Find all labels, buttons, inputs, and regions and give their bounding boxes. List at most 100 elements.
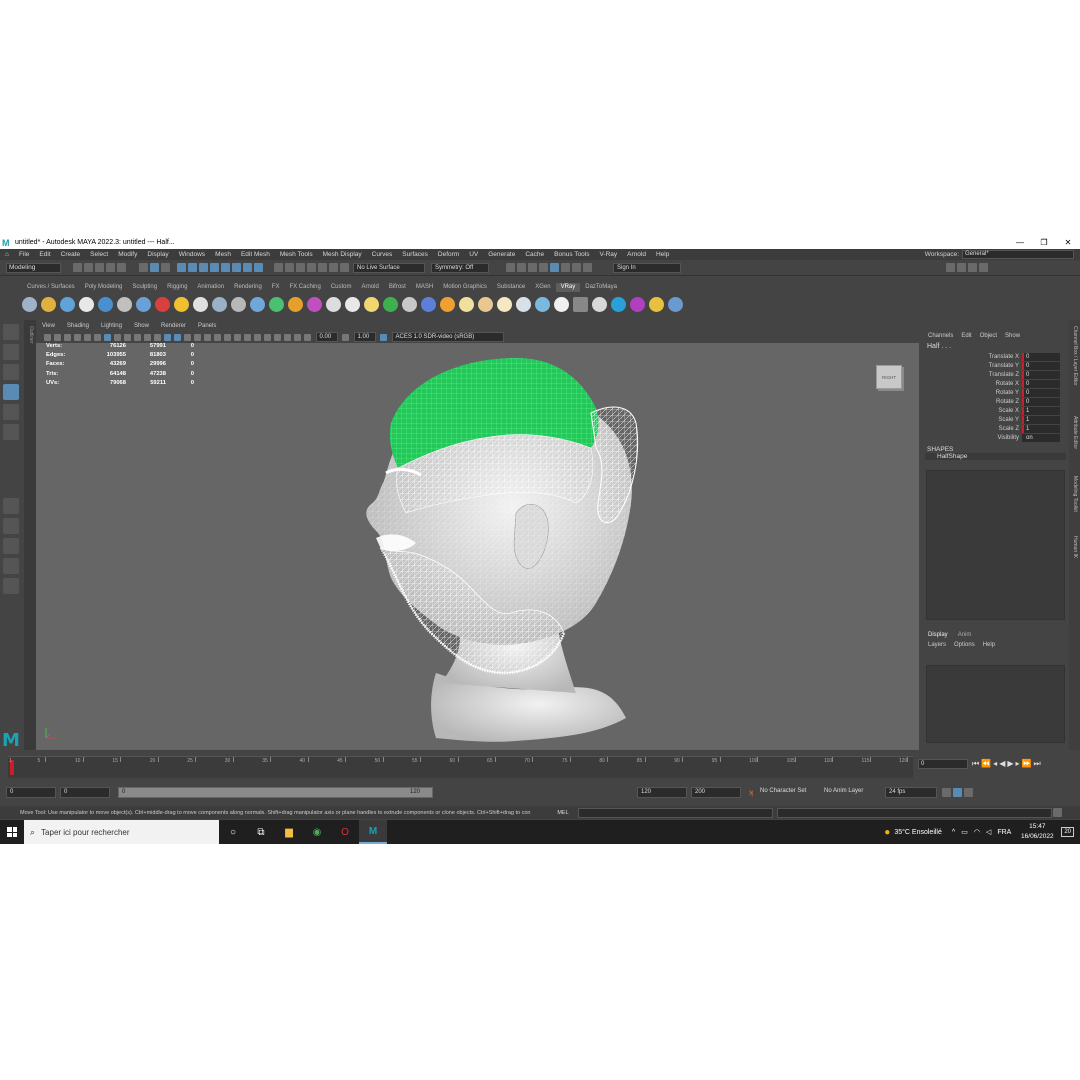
view-transform-dropdown[interactable]: ACES 1.0 SDR-video (sRGB): [391, 332, 504, 342]
scale-y-field[interactable]: 1: [1022, 415, 1060, 424]
live-surface-field[interactable]: No Live Surface: [353, 262, 425, 273]
field-chart-icon[interactable]: [144, 333, 151, 341]
side-tab-modeling-toolkit[interactable]: Modeling Toolkit: [1072, 476, 1078, 512]
auto-key-icon[interactable]: ʞ: [749, 788, 753, 797]
maximize-icon[interactable]: ❐: [1032, 238, 1056, 247]
panel-menu-shading[interactable]: Shading: [61, 321, 95, 331]
playback-end-field[interactable]: 120: [637, 786, 687, 798]
script-editor-icon[interactable]: [1053, 808, 1062, 817]
menu-edit-mesh[interactable]: Edit Mesh: [236, 251, 275, 258]
vray-palette-icon[interactable]: [649, 296, 664, 312]
select-hierarchy-icon[interactable]: [139, 263, 148, 272]
xray-joints-icon[interactable]: [284, 333, 291, 341]
search-icon[interactable]: [3, 578, 19, 594]
shadows-icon[interactable]: [214, 333, 221, 341]
menu-deform[interactable]: Deform: [433, 251, 464, 258]
menu-set-dropdown[interactable]: Modeling: [6, 262, 61, 273]
panel-menu-lighting[interactable]: Lighting: [95, 321, 128, 331]
vray-rect-light-icon[interactable]: [440, 296, 455, 312]
shelf-tab-motion-graphics[interactable]: Motion Graphics: [438, 283, 492, 292]
paint-select-icon[interactable]: [3, 364, 19, 380]
sign-in-button[interactable]: Sign In: [613, 262, 681, 273]
channel-box-menu-edit[interactable]: Edit: [961, 333, 971, 342]
shelf-tab-bifrost[interactable]: Bifrost: [384, 283, 411, 292]
chevron-up-icon[interactable]: ^: [952, 829, 955, 836]
color-management-icon[interactable]: [380, 333, 387, 341]
rotate-x-field[interactable]: 0: [1022, 379, 1060, 388]
close-icon[interactable]: ✕: [1056, 238, 1080, 247]
hypershade-icon[interactable]: [329, 263, 338, 272]
vray-omni-light-icon[interactable]: [459, 296, 474, 312]
rotate-z-field[interactable]: 0: [1022, 397, 1060, 406]
ambient-occlusion-icon[interactable]: [224, 333, 231, 341]
character-set-field[interactable]: No Character Set: [757, 786, 817, 798]
range-slider-bar[interactable]: 0 120: [118, 786, 433, 798]
wireframe-icon[interactable]: [164, 333, 171, 341]
vray-scatter-icon[interactable]: [364, 296, 379, 312]
menu-mesh[interactable]: Mesh: [210, 251, 236, 258]
time-slider-track[interactable]: 1 5 10 15 20 25 30 35 40 45 50 55 60 65 70 75 80 85 90 95 10…: [8, 756, 913, 778]
wifi-icon[interactable]: ◠: [974, 828, 980, 836]
animation-end-field[interactable]: 200: [691, 786, 741, 798]
translate-x-field[interactable]: 0: [1022, 352, 1060, 361]
clock[interactable]: 15:47 16/06/2022: [1017, 822, 1057, 842]
snap-face-icon[interactable]: [254, 263, 263, 272]
ipr-icon[interactable]: [528, 263, 537, 272]
menu-generate[interactable]: Generate: [483, 251, 520, 258]
use-all-lights-icon[interactable]: [204, 333, 211, 341]
render-view-icon[interactable]: [506, 263, 515, 272]
grid-icon[interactable]: [104, 333, 111, 341]
vray-sky-icon[interactable]: [535, 296, 550, 312]
animation-preferences-icon[interactable]: [964, 787, 973, 797]
task-view-icon[interactable]: ⧉: [247, 820, 275, 844]
construction-history-icon[interactable]: [285, 263, 294, 272]
save-scene-icon[interactable]: [95, 263, 104, 272]
menu-vray[interactable]: V-Ray: [594, 251, 622, 258]
menu-display[interactable]: Display: [142, 251, 173, 258]
snap-point-icon[interactable]: [199, 263, 208, 272]
shelf-tab-curves-surfaces[interactable]: Curves / Surfaces: [22, 283, 80, 292]
select-object-icon[interactable]: [150, 263, 159, 272]
scale-tool-icon[interactable]: [3, 424, 19, 440]
gate-mask-icon[interactable]: [134, 333, 141, 341]
gamma-field[interactable]: 1.00: [353, 332, 376, 342]
layer-menu-layers[interactable]: Layers: [928, 640, 946, 650]
vray-cloud-icon[interactable]: [611, 296, 626, 312]
shape-node-item[interactable]: HalfShape: [925, 453, 1066, 460]
shelf-tab-fx[interactable]: FX: [267, 283, 285, 292]
menu-arnold[interactable]: Arnold: [622, 251, 651, 258]
layer-tab-display[interactable]: Display: [928, 630, 948, 640]
panel-menu-view[interactable]: View: [36, 321, 61, 331]
vray-fur-icon[interactable]: [174, 296, 189, 312]
vray-toon-icon[interactable]: [307, 296, 322, 312]
shelf-tab-daztomaya[interactable]: DazToMaya: [580, 283, 622, 292]
file-explorer-icon[interactable]: ▆: [275, 820, 303, 844]
vray-render-icon[interactable]: [22, 296, 37, 312]
shelf-tab-poly-modeling[interactable]: Poly Modeling: [80, 283, 128, 292]
symmetry-dropdown[interactable]: Symmetry: Off: [431, 262, 489, 273]
step-forward-key-icon[interactable]: ⏩: [1022, 759, 1032, 769]
time-slider[interactable]: 1 5 10 15 20 25 30 35 40 45 50 55 60 65 70 75 80 85 90 95 10…: [0, 752, 1080, 780]
layer-menu-options[interactable]: Options: [954, 640, 975, 650]
volume-icon[interactable]: ◁: [986, 828, 991, 836]
minimize-icon[interactable]: —: [1008, 238, 1032, 247]
bookmarks-icon[interactable]: [64, 333, 71, 341]
vray-volume-icon[interactable]: [250, 296, 265, 312]
vray-clipper-icon[interactable]: [326, 296, 341, 312]
channel-box-menu-object[interactable]: Object: [980, 333, 997, 342]
depth-of-field-icon[interactable]: [254, 333, 261, 341]
anim-layer-field[interactable]: No Anim Layer: [821, 786, 881, 798]
snap-edge-icon[interactable]: [243, 263, 252, 272]
command-line-input[interactable]: [578, 807, 773, 818]
snap-grid-icon[interactable]: [177, 263, 186, 272]
step-back-frame-icon[interactable]: ◂: [993, 759, 997, 769]
safe-action-icon[interactable]: [154, 333, 161, 341]
render-settings-icon[interactable]: [318, 263, 327, 272]
maya-taskbar-icon[interactable]: M: [359, 820, 387, 844]
vray-material-icon[interactable]: [155, 296, 170, 312]
vray-physical-camera-icon[interactable]: [231, 296, 246, 312]
menu-uv[interactable]: UV: [464, 251, 483, 258]
vray-ies-icon[interactable]: [516, 296, 531, 312]
snap-curve-icon[interactable]: [188, 263, 197, 272]
shelf-tab-arnold[interactable]: Arnold: [357, 283, 384, 292]
